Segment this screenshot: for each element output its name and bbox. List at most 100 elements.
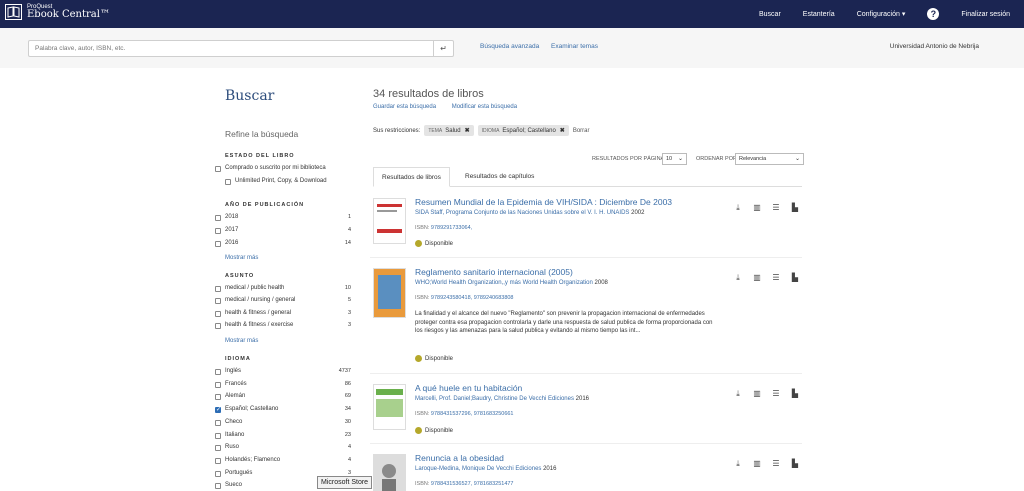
result-title[interactable]: Resumen Mundial de la Epidemia de VIH/SI… [415, 197, 672, 207]
tab-chapter-results[interactable]: Resultados de capítulos [457, 167, 542, 187]
isbn-label: ISBN: [415, 225, 430, 231]
checkbox[interactable] [215, 215, 221, 221]
chip-value: Español; Castellano [502, 128, 556, 134]
checkbox[interactable] [215, 286, 221, 292]
facet-heading-language: IDIOMA [225, 356, 251, 362]
sort-value: Relevancia [739, 156, 767, 162]
checkbox[interactable] [215, 471, 221, 477]
book-cover[interactable] [373, 454, 406, 491]
nav-logout[interactable]: Finalizar sesión [961, 11, 1010, 18]
checkbox[interactable] [215, 166, 221, 172]
details-list-icon[interactable]: ☰ [771, 389, 781, 399]
facet-heading-year: AÑO DE PUBLICACIÓN [225, 202, 305, 208]
checkbox[interactable] [215, 298, 221, 304]
isbn-value: 9789291733064, [430, 225, 473, 231]
read-online-icon[interactable]: ▥ [752, 459, 762, 469]
availability-text: Disponible [425, 427, 454, 434]
read-online-icon[interactable]: ▥ [752, 273, 762, 283]
checkbox[interactable] [215, 420, 221, 426]
facet-label: health & fitness / general [225, 310, 292, 316]
result-item: Renuncia a la obesidad Laroque-Medina, M… [370, 444, 802, 491]
result-author-text[interactable]: SIDA Staff, Programa Conjunto de las Nac… [415, 210, 629, 216]
details-list-icon[interactable]: ☰ [771, 273, 781, 283]
nav-estanteria[interactable]: Estantería [803, 11, 835, 18]
read-online-icon[interactable]: ▥ [752, 389, 762, 399]
result-year: 2002 [631, 210, 645, 216]
checkbox[interactable] [215, 458, 221, 464]
result-description: La finalidad y el alcance del nuevo "Reg… [415, 311, 713, 335]
close-icon[interactable]: ✖ [560, 128, 565, 134]
results-count-number: 34 [373, 88, 386, 100]
tab-book-results[interactable]: Resultados de libros [373, 167, 450, 187]
book-cover[interactable] [373, 198, 406, 244]
proquest-logo[interactable]: ProQuest Ebook Central™ [5, 4, 110, 20]
close-icon[interactable]: ✖ [465, 128, 470, 134]
checkbox[interactable] [215, 241, 221, 247]
show-more-subject[interactable]: Mostrar más [225, 338, 258, 344]
isbn-value: 9788431536527, 9781683251477 [430, 481, 514, 487]
isbn-value: 9788431537296, 9781683250661 [430, 411, 514, 417]
checkbox[interactable] [225, 179, 231, 185]
result-author-text[interactable]: Marcelli, Prof. Daniel;Baudry, Christine… [415, 396, 574, 402]
per-page-select[interactable]: 10 ⌄ [662, 153, 687, 165]
advanced-search-link[interactable]: Búsqueda avanzada [480, 43, 539, 50]
clear-restrictions-link[interactable]: Borrar [573, 128, 590, 134]
restriction-chip-tema[interactable]: TEMA Salud ✖ [424, 125, 474, 136]
facet-count: 86 [344, 381, 351, 387]
facet-label: Holandés; Flamenco [225, 457, 281, 463]
result-title[interactable]: Reglamento sanitario internacional (2005… [415, 267, 573, 277]
facet-label: medical / nursing / general [225, 297, 296, 303]
cover-art [378, 275, 401, 309]
facet-label: 2018 [225, 214, 239, 220]
browse-subjects-link[interactable]: Examinar temas [551, 43, 598, 50]
save-search-link[interactable]: Guardar esta búsqueda [373, 104, 436, 110]
checkbox[interactable] [215, 369, 221, 375]
facet-label: Inglés [225, 368, 242, 374]
download-icon[interactable]: ⤓ [733, 273, 743, 283]
book-cover[interactable] [373, 384, 406, 430]
checkbox[interactable] [215, 445, 221, 451]
download-icon[interactable]: ⤓ [733, 389, 743, 399]
checkbox[interactable] [215, 323, 221, 329]
modify-search-link[interactable]: Modificar esta búsqueda [452, 104, 517, 110]
checkbox[interactable] [215, 228, 221, 234]
details-list-icon[interactable]: ☰ [771, 203, 781, 213]
show-more-year[interactable]: Mostrar más [225, 255, 258, 261]
checkbox-checked[interactable] [215, 406, 221, 413]
add-to-shelf-icon[interactable]: ▙ [790, 203, 800, 213]
result-actions: ⤓ ▥ ☰ ▙ [724, 273, 800, 283]
result-authors: Marcelli, Prof. Daniel;Baudry, Christine… [415, 396, 589, 402]
result-authors: Laroque-Medina, Monique De Vecchi Edicio… [415, 466, 556, 472]
book-cover[interactable] [373, 268, 406, 318]
result-item: Resumen Mundial de la Epidemia de VIH/SI… [370, 188, 802, 258]
download-icon[interactable]: ⤓ [733, 459, 743, 469]
result-title[interactable]: A qué huele en tu habitación [415, 383, 522, 393]
download-icon[interactable]: ⤓ [733, 203, 743, 213]
nav-buscar[interactable]: Buscar [759, 11, 781, 18]
checkbox[interactable] [215, 382, 221, 388]
restriction-chip-idioma[interactable]: IDIOMA Español; Castellano ✖ [477, 125, 569, 136]
search-placeholder: Palabra clave, autor, ISBN, etc. [35, 45, 126, 52]
facet-count: 34 [344, 406, 351, 412]
add-to-shelf-icon[interactable]: ▙ [790, 389, 800, 399]
checkbox[interactable] [215, 311, 221, 317]
add-to-shelf-icon[interactable]: ▙ [790, 459, 800, 469]
result-item: Reglamento sanitario internacional (2005… [370, 258, 802, 374]
enter-icon[interactable]: ↵ [433, 41, 453, 56]
nav-configuracion[interactable]: Configuración ▾ [857, 10, 906, 18]
sort-select[interactable]: Relevancia ⌄ [735, 153, 804, 165]
availability: Disponible [415, 427, 453, 434]
read-online-icon[interactable]: ▥ [752, 203, 762, 213]
checkbox[interactable] [215, 394, 221, 400]
chevron-down-icon: ⌄ [677, 156, 683, 162]
result-author-text[interactable]: Laroque-Medina, Monique De Vecchi Edicio… [415, 466, 541, 472]
help-icon[interactable]: ? [927, 8, 940, 20]
checkbox[interactable] [215, 483, 221, 489]
add-to-shelf-icon[interactable]: ▙ [790, 273, 800, 283]
restrictions-bar: Sus restricciones: TEMA Salud ✖ IDIOMA Espa… [373, 125, 590, 136]
result-title[interactable]: Renuncia a la obesidad [415, 453, 504, 463]
result-author-text[interactable]: WHO;World Health Organization,,y más Wor… [415, 280, 593, 286]
details-list-icon[interactable]: ☰ [771, 459, 781, 469]
search-input[interactable]: Palabra clave, autor, ISBN, etc. ↵ [28, 40, 454, 57]
checkbox[interactable] [215, 433, 221, 439]
